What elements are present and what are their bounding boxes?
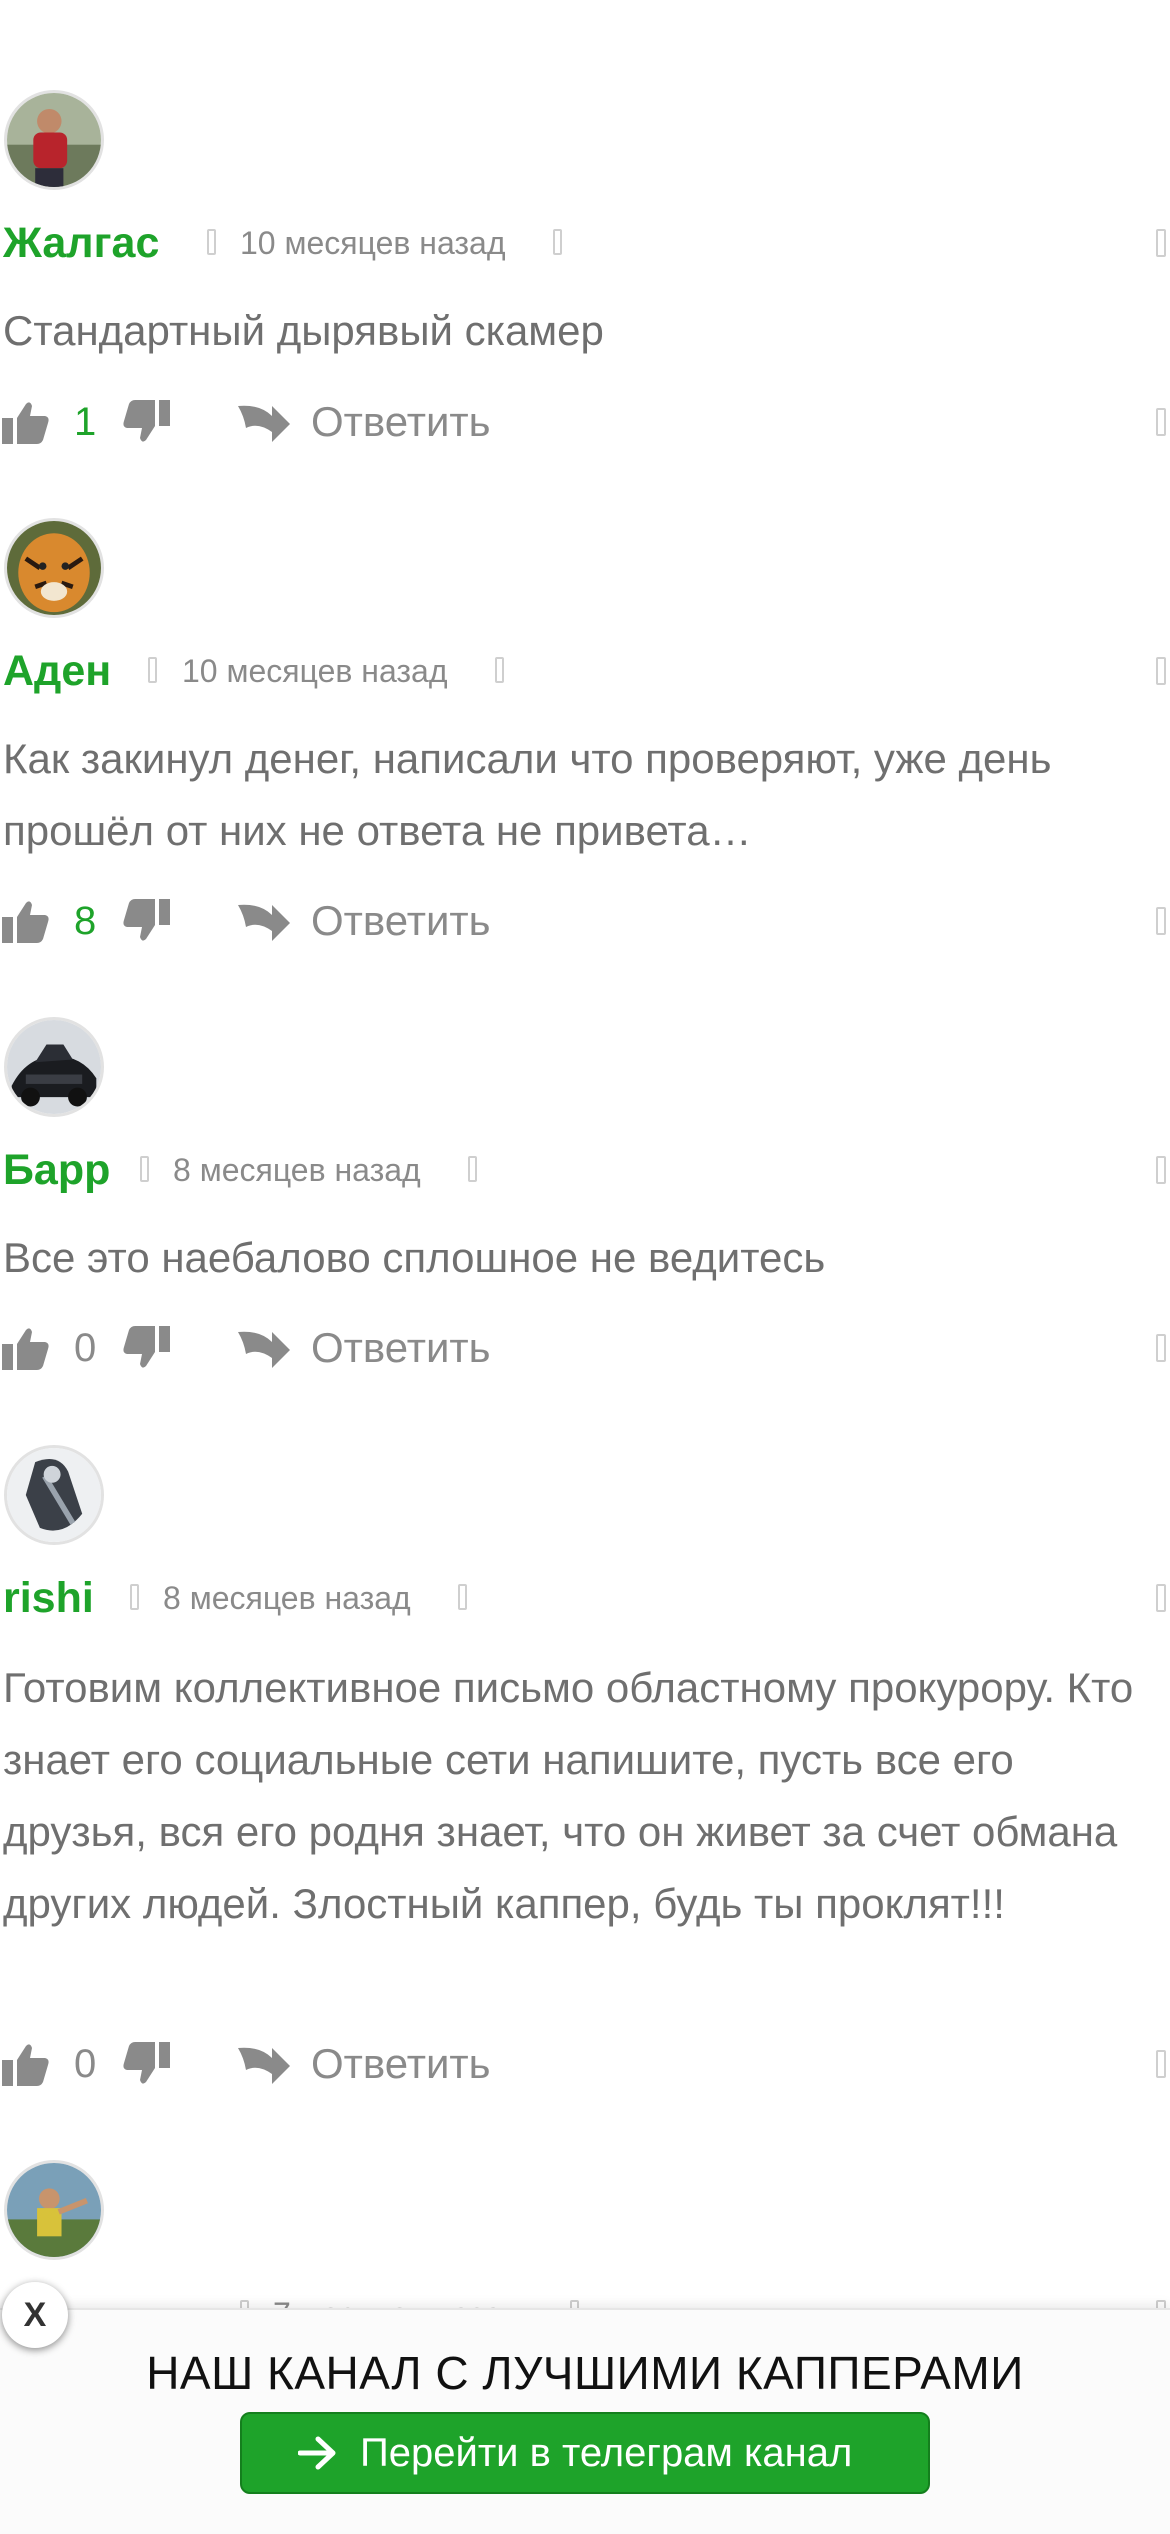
comment-text: Все это наебалово сплошное не ведитесь [3,1234,826,1281]
comment-meta: Барр 8 месяцев назад [0,1142,1170,1198]
separator-icon [148,657,157,683]
separator-icon [130,1584,139,1610]
reply-arrow-icon[interactable] [238,899,290,943]
comment-actions: 1 Ответить [0,394,1170,450]
comment-meta: Жалгас 10 месяцев назад [0,215,1170,271]
like-count: 1 [74,400,97,444]
comment-text: Стандартный дырявый скамер [3,307,604,354]
separator-icon [207,229,216,255]
close-banner-button[interactable]: X [2,2282,68,2348]
reply-arrow-icon[interactable] [238,2042,290,2086]
comment-time[interactable]: 8 месяцев назад [163,1570,411,1626]
thumbs-up-icon[interactable] [2,1326,50,1370]
reply-button[interactable]: Ответить [311,394,491,450]
reply-button[interactable]: Ответить [311,1320,491,1376]
separator-icon [553,229,562,255]
avatar[interactable] [4,518,104,618]
separator-icon [458,1584,467,1610]
separator-icon [140,1156,149,1182]
like-count: 8 [74,899,97,943]
thumbs-down-icon[interactable] [122,2042,170,2086]
like-count: 0 [74,1326,97,1370]
menu-icon[interactable] [1156,1334,1166,1362]
avatar[interactable] [4,2160,104,2260]
comment-meta: Аден 10 месяцев назад [0,643,1170,699]
comment-actions: 0 Ответить [0,2036,1170,2092]
menu-icon[interactable] [1156,1584,1166,1612]
thumbs-down-icon[interactable] [122,1326,170,1370]
thumbs-up-icon[interactable] [2,899,50,943]
arrow-right-icon [298,2436,336,2470]
menu-icon[interactable] [1156,1156,1166,1184]
thumbs-up-icon[interactable] [2,2042,50,2086]
comment-meta: rishi 8 месяцев назад [0,1570,1170,1626]
menu-icon[interactable] [1156,657,1166,685]
comment-time[interactable]: 10 месяцев назад [240,215,506,271]
avatar[interactable] [4,90,104,190]
avatar[interactable] [4,1017,104,1117]
avatar[interactable] [4,1445,104,1545]
menu-icon[interactable] [1156,229,1166,257]
reply-button[interactable]: Ответить [311,893,491,949]
separator-icon [468,1156,477,1182]
menu-icon[interactable] [1156,907,1166,935]
thumbs-down-icon[interactable] [122,899,170,943]
like-count: 0 [74,2042,97,2086]
thumbs-up-icon[interactable] [2,400,50,444]
comment-actions: 0 Ответить [0,1320,1170,1376]
comment-text: Как закинул денег, написали что проверяю… [3,735,1052,854]
comment-author[interactable]: Жалгас [3,215,159,271]
comment-time[interactable]: 8 месяцев назад [173,1142,421,1198]
thumbs-down-icon[interactable] [122,400,170,444]
telegram-banner: НАШ КАНАЛ С ЛУЧШИМИ КАППЕРАМИ Перейти в … [0,2308,1170,2534]
menu-icon[interactable] [1156,408,1166,436]
reply-arrow-icon[interactable] [238,400,290,444]
comment-text: Готовим коллективное письмо областному п… [3,1664,1134,1927]
comment-author[interactable]: Аден [3,643,111,699]
comment-time[interactable]: 10 месяцев назад [182,643,448,699]
telegram-channel-button[interactable]: Перейти в телеграм канал [240,2412,930,2494]
banner-title: НАШ КАНАЛ С ЛУЧШИМИ КАППЕРАМИ [146,2347,1024,2399]
comment-author[interactable]: rishi [3,1570,94,1626]
menu-icon[interactable] [1156,2050,1166,2078]
reply-button[interactable]: Ответить [311,2036,491,2092]
comment-author[interactable]: Барр [3,1142,110,1198]
telegram-button-label: Перейти в телеграм канал [360,2431,853,2475]
reply-arrow-icon[interactable] [238,1326,290,1370]
separator-icon [495,657,504,683]
comment-actions: 8 Ответить [0,893,1170,949]
